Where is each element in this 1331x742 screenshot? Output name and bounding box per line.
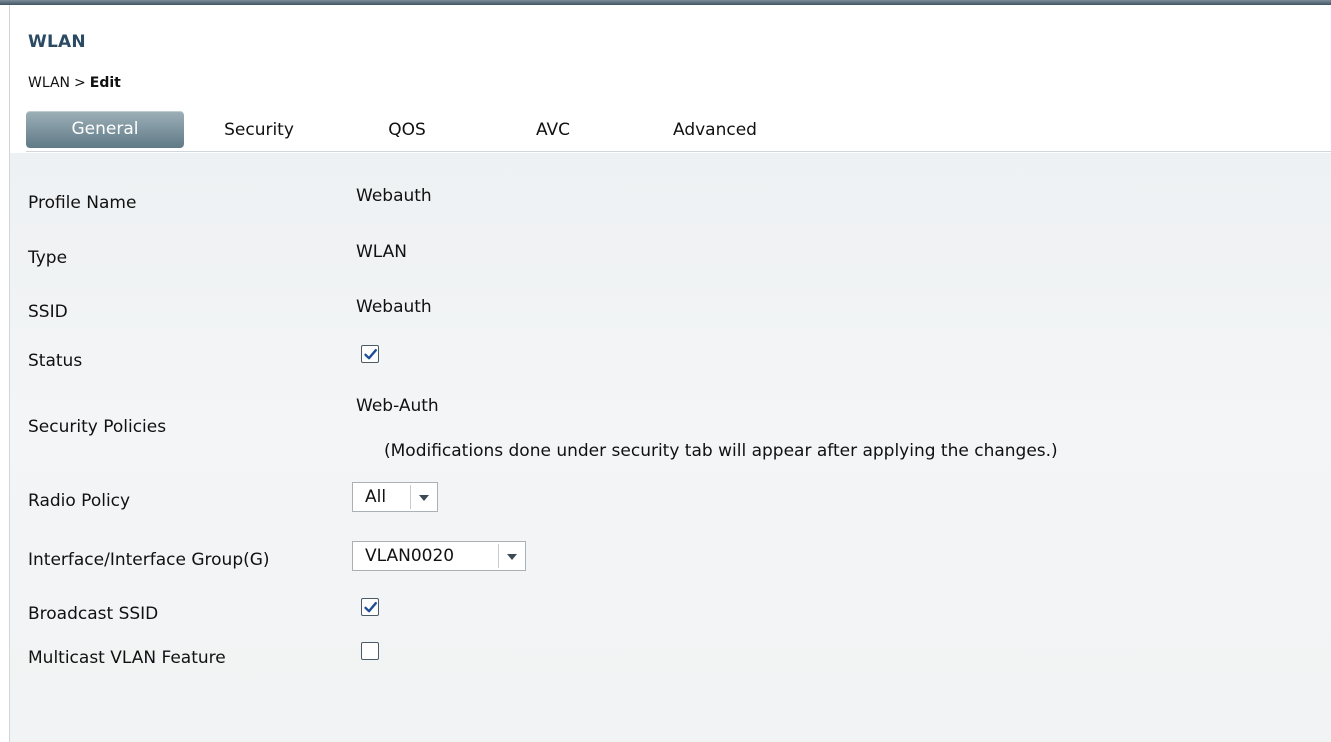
left-edge <box>0 5 10 742</box>
checkmark-icon <box>364 349 377 360</box>
chevron-down-icon <box>419 495 429 501</box>
radio-policy-dropdown-button[interactable] <box>410 485 437 509</box>
top-bar <box>0 0 1331 5</box>
broadcast-ssid-label: Broadcast SSID <box>28 604 159 624</box>
breadcrumb-separator: > <box>74 75 86 91</box>
interface-group-selected: VLAN0020 <box>365 546 455 566</box>
ssid-value: Webauth <box>356 297 432 317</box>
multicast-vlan-label: Multicast VLAN Feature <box>28 648 226 668</box>
multicast-vlan-checkbox[interactable] <box>361 642 379 660</box>
profile-name-value: Webauth <box>356 186 432 206</box>
breadcrumb-current: Edit <box>89 75 121 91</box>
profile-name-label: Profile Name <box>28 193 137 213</box>
type-label: Type <box>28 248 68 268</box>
interface-group-select[interactable]: VLAN0020 <box>352 541 526 571</box>
chevron-down-icon <box>507 554 517 560</box>
broadcast-ssid-checkbox[interactable] <box>361 598 379 616</box>
security-policies-label: Security Policies <box>28 417 167 437</box>
tab-qos[interactable]: QOS <box>382 117 432 143</box>
checkmark-icon <box>364 602 377 613</box>
tab-advanced[interactable]: Advanced <box>660 117 770 143</box>
security-policies-note: (Modifications done under security tab w… <box>384 441 1058 461</box>
interface-group-label: Interface/Interface Group(G) <box>28 550 270 570</box>
breadcrumb-parent[interactable]: WLAN <box>28 75 70 91</box>
type-value: WLAN <box>356 242 408 262</box>
ssid-label: SSID <box>28 302 68 322</box>
breadcrumb: WLAN > Edit <box>28 75 121 91</box>
tab-avc[interactable]: AVC <box>528 117 578 143</box>
status-label: Status <box>28 351 83 371</box>
radio-policy-label: Radio Policy <box>28 491 131 511</box>
interface-group-dropdown-button[interactable] <box>498 544 525 568</box>
radio-policy-select[interactable]: All <box>352 482 438 512</box>
tab-divider <box>26 151 1331 152</box>
tab-general[interactable]: General <box>26 111 184 148</box>
security-policies-value: Web-Auth <box>356 396 439 416</box>
status-checkbox[interactable] <box>361 345 379 363</box>
radio-policy-selected: All <box>365 487 387 507</box>
page-title: WLAN <box>28 32 86 52</box>
tab-security[interactable]: Security <box>204 117 314 143</box>
tab-bar: General Security QOS AVC Advanced <box>26 111 1331 149</box>
